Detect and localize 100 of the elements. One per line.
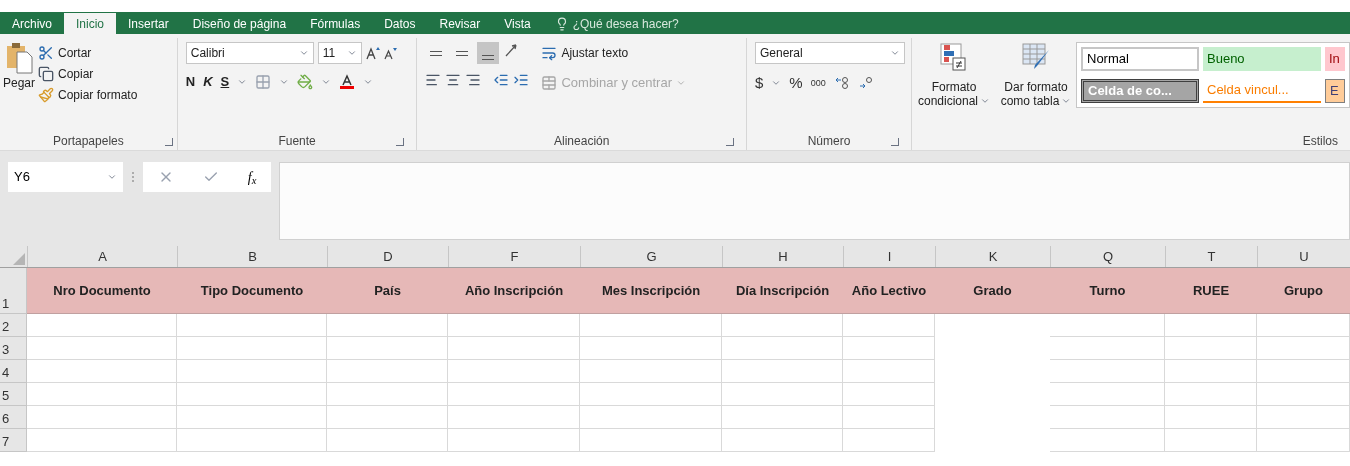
tell-me-field[interactable]: ¿Qué desea hacer? bbox=[572, 14, 679, 33]
grid-cell[interactable] bbox=[1050, 360, 1165, 383]
grid-cell[interactable] bbox=[27, 314, 177, 337]
align-right-icon[interactable] bbox=[465, 72, 482, 88]
dialog-launcher-icon[interactable] bbox=[396, 138, 405, 146]
row-header[interactable]: 5 bbox=[0, 383, 27, 406]
align-center-icon[interactable] bbox=[445, 72, 462, 88]
row-header[interactable]: 3 bbox=[0, 337, 27, 360]
grid-cell[interactable] bbox=[1050, 314, 1165, 337]
grid-cell[interactable] bbox=[1165, 360, 1257, 383]
grid-cell[interactable] bbox=[1257, 383, 1350, 406]
grid-cell[interactable] bbox=[177, 360, 327, 383]
grow-font-icon[interactable] bbox=[365, 46, 380, 60]
decrease-decimal-icon[interactable] bbox=[857, 76, 874, 91]
insert-function-button[interactable]: f$_{x}$ bbox=[247, 166, 257, 188]
column-header[interactable]: K bbox=[935, 246, 1050, 267]
column-header[interactable]: F bbox=[448, 246, 580, 267]
grid-cell[interactable] bbox=[177, 383, 327, 406]
copy-button[interactable]: Copiar bbox=[38, 65, 138, 83]
thousands-button[interactable]: 000 bbox=[810, 76, 826, 90]
increase-decimal-icon[interactable] bbox=[833, 76, 850, 91]
ribbon-tab[interactable]: Revisar bbox=[427, 13, 493, 34]
row-header[interactable]: 2 bbox=[0, 314, 27, 337]
grid-cell[interactable] bbox=[722, 406, 843, 429]
column-header[interactable]: I bbox=[843, 246, 935, 267]
increase-indent-icon[interactable] bbox=[513, 72, 530, 88]
grid-cell[interactable] bbox=[27, 337, 177, 360]
dropdown-caret-icon[interactable] bbox=[1061, 96, 1072, 106]
cut-button[interactable]: Cortar bbox=[38, 44, 138, 62]
grid-cell[interactable] bbox=[843, 406, 935, 429]
column-header[interactable]: B bbox=[177, 246, 327, 267]
format-painter-button[interactable]: Copiar formato bbox=[38, 86, 138, 104]
column-header[interactable]: Q bbox=[1050, 246, 1165, 267]
grid-cell[interactable] bbox=[177, 406, 327, 429]
dropdown-caret-icon[interactable] bbox=[890, 48, 900, 58]
format-as-table-button[interactable]: Dar formato como tabla bbox=[1000, 42, 1072, 132]
ribbon-tab[interactable]: Vista bbox=[492, 13, 543, 34]
row-header[interactable]: 1 bbox=[0, 268, 27, 314]
grid-cell[interactable] bbox=[177, 314, 327, 337]
grid-cell[interactable] bbox=[843, 429, 935, 452]
cell-style-item[interactable]: Normal bbox=[1081, 47, 1199, 71]
cell-style-item[interactable]: E bbox=[1325, 79, 1345, 103]
ribbon-tab[interactable]: Fórmulas bbox=[298, 13, 373, 34]
ribbon-tab[interactable]: Datos bbox=[372, 13, 428, 34]
grid-cell[interactable] bbox=[580, 314, 722, 337]
grid-cell[interactable] bbox=[448, 406, 580, 429]
dialog-launcher-icon[interactable] bbox=[891, 138, 899, 146]
column-header[interactable]: H bbox=[722, 246, 843, 267]
grid-cell[interactable] bbox=[177, 337, 327, 360]
number-format-dropdown[interactable]: General bbox=[755, 42, 905, 64]
grid-cell[interactable] bbox=[843, 337, 935, 360]
grid-cell[interactable] bbox=[722, 360, 843, 383]
grid-cell[interactable] bbox=[177, 429, 327, 452]
grid-cell[interactable] bbox=[448, 429, 580, 452]
grid-cell[interactable] bbox=[1257, 314, 1350, 337]
grid-cell[interactable] bbox=[448, 383, 580, 406]
grid-cell[interactable] bbox=[448, 314, 580, 337]
fill-color-icon[interactable] bbox=[297, 73, 314, 90]
grid-cell[interactable] bbox=[580, 337, 722, 360]
grid-cell[interactable] bbox=[1050, 337, 1165, 360]
row-header[interactable]: 6 bbox=[0, 406, 27, 429]
grid-cell[interactable] bbox=[843, 383, 935, 406]
grid-cell[interactable] bbox=[580, 360, 722, 383]
column-header[interactable]: A bbox=[27, 246, 177, 267]
conditional-formatting-button[interactable]: Formato condicional bbox=[912, 42, 996, 132]
grid-cell[interactable] bbox=[1257, 406, 1350, 429]
cell-style-item[interactable]: Bueno bbox=[1203, 47, 1321, 71]
font-size-dropdown[interactable]: 11 bbox=[317, 42, 362, 64]
grid-cell[interactable] bbox=[580, 429, 722, 452]
splitter-icon[interactable] bbox=[131, 171, 135, 183]
grid-cell[interactable] bbox=[27, 383, 177, 406]
grid-cell[interactable] bbox=[1050, 429, 1165, 452]
grid-cell[interactable] bbox=[448, 360, 580, 383]
column-header[interactable]: T bbox=[1165, 246, 1257, 267]
grid-cell[interactable] bbox=[327, 337, 448, 360]
grid-cell[interactable] bbox=[1050, 406, 1165, 429]
grid-cell[interactable] bbox=[327, 429, 448, 452]
underline-button[interactable]: S bbox=[220, 72, 230, 92]
paste-button[interactable]: Pegar bbox=[4, 42, 34, 132]
cell-style-item[interactable]: In bbox=[1325, 47, 1345, 71]
percent-button[interactable]: % bbox=[789, 72, 803, 95]
grid-cell[interactable] bbox=[27, 429, 177, 452]
font-name-dropdown[interactable]: Calibri bbox=[185, 42, 314, 64]
grid-cell[interactable] bbox=[580, 406, 722, 429]
wrap-text-button[interactable]: Ajustar texto bbox=[541, 42, 686, 64]
formula-input[interactable] bbox=[279, 162, 1350, 240]
shrink-font-icon[interactable] bbox=[383, 46, 397, 60]
grid-cell[interactable] bbox=[722, 314, 843, 337]
grid-cell[interactable] bbox=[1165, 314, 1257, 337]
grid-cell[interactable] bbox=[327, 406, 448, 429]
grid-cell[interactable] bbox=[1165, 337, 1257, 360]
grid-cell[interactable] bbox=[327, 360, 448, 383]
currency-button[interactable]: $ bbox=[755, 72, 764, 95]
ribbon-tab[interactable]: Diseño de página bbox=[180, 13, 299, 34]
row-header[interactable]: 4 bbox=[0, 360, 27, 383]
borders-icon[interactable] bbox=[255, 73, 272, 90]
bold-button[interactable]: N bbox=[185, 72, 196, 92]
dialog-launcher-icon[interactable] bbox=[726, 138, 734, 146]
grid-cell[interactable] bbox=[1165, 406, 1257, 429]
grid-cell[interactable] bbox=[448, 337, 580, 360]
